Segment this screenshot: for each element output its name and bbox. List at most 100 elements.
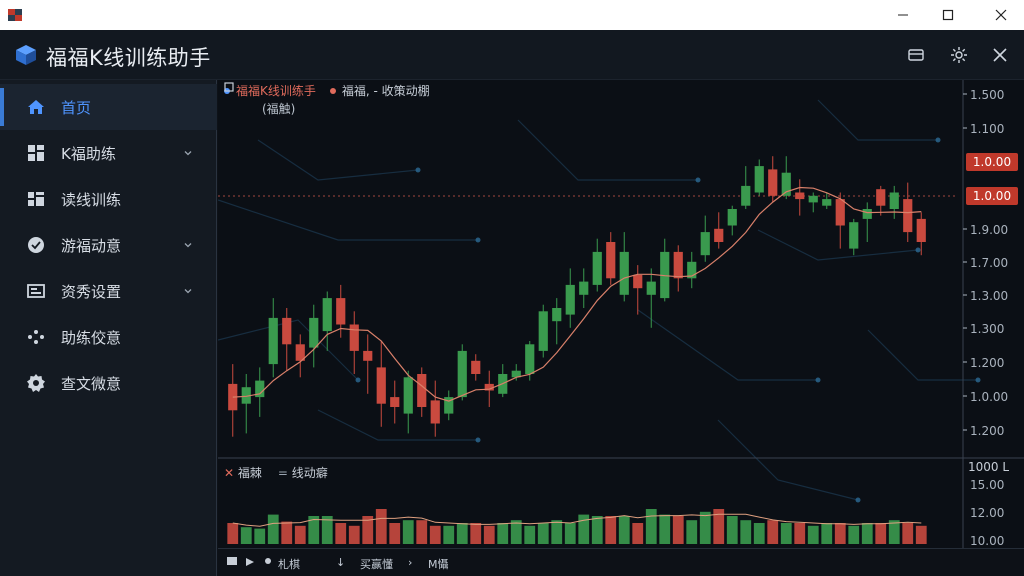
chevron-right-icon[interactable]: ›: [408, 556, 412, 569]
candle-body: [606, 242, 616, 279]
volume-bar: [591, 516, 603, 544]
sidebar-item-home[interactable]: 首页: [0, 84, 217, 130]
volume-bar: [416, 520, 428, 544]
candle-body: [525, 344, 535, 374]
arrow-down-icon[interactable]: ↓: [336, 556, 345, 569]
chevron-down-icon: [184, 243, 192, 248]
candle-body: [565, 284, 575, 315]
volume-bar: [497, 523, 509, 544]
volume-bar: [659, 514, 671, 544]
circuit-node: [415, 167, 421, 173]
header-close-button[interactable]: [989, 44, 1011, 66]
card-button[interactable]: [905, 44, 927, 66]
volume-bar: [456, 523, 468, 544]
chevron-down-icon: [184, 151, 192, 156]
volume-bar: [875, 523, 887, 544]
bottom-item[interactable]: M懾: [428, 556, 449, 572]
card-icon: [908, 49, 924, 61]
price-tick-label: 1.500: [970, 88, 1004, 102]
volume-bar: [240, 527, 252, 544]
circuit-line: [817, 99, 938, 141]
circuit-line: [257, 139, 419, 181]
candle-body: [579, 281, 589, 295]
circuit-node: [975, 377, 981, 383]
volume-bar: [632, 523, 644, 544]
volume-bar: [902, 523, 914, 544]
candle-body: [471, 360, 481, 374]
gear-icon: [26, 373, 46, 393]
chart-panel[interactable]: 1.500 1.100 1.9.00 1.7.00 1.3.00 1.300 1.200 1.…: [218, 80, 1024, 576]
candle-body: [862, 209, 872, 219]
candle-body: [322, 298, 332, 332]
candle-body: [673, 251, 683, 279]
candle-body: [835, 199, 845, 226]
volume-bar: [564, 523, 576, 544]
circuit-node: [915, 247, 921, 253]
price-tick-label: 1.200: [970, 356, 1004, 370]
volume-bar: [524, 525, 536, 544]
sidebar-item-label: 首页: [61, 98, 92, 117]
volume-bar: [483, 525, 495, 544]
volume-bar: [227, 523, 239, 544]
sidebar-item-about[interactable]: 查文微意: [0, 360, 217, 406]
chevron-down-icon: [184, 289, 192, 294]
candle-body: [376, 367, 386, 404]
price-tag: 1.0.00: [966, 187, 1018, 205]
volume-bar: [551, 520, 563, 544]
volume-bar: [726, 516, 738, 544]
volume-bar: [389, 523, 401, 544]
candle-body: [390, 397, 400, 407]
sidebar-item-settings[interactable]: 资秀设置: [0, 268, 217, 314]
window-close-button[interactable]: [974, 0, 1024, 30]
legend-main-label: 福福K线训练手: [236, 84, 316, 98]
settings-button[interactable]: [948, 44, 970, 66]
volume-bar: [254, 528, 266, 544]
volume-bar: [848, 525, 860, 544]
sidebar-item-k-training[interactable]: K福助练: [0, 130, 217, 176]
candle-body: [808, 195, 818, 203]
volume-bar: [740, 520, 752, 544]
price-tick-label: 1.0.00: [970, 390, 1008, 404]
price-tick-label: 1.300: [970, 322, 1004, 336]
app-header: 福福K线训练助手: [0, 30, 1024, 80]
candle-body: [700, 232, 710, 256]
sidebar-item-dynamics[interactable]: 游福动意: [0, 222, 217, 268]
volume-axis-header: 1000 L: [968, 460, 1010, 474]
candle-body: [349, 324, 359, 351]
flag-icon[interactable]: [226, 556, 238, 568]
volume-bar: [402, 520, 414, 544]
volume-legend: ✕ 福棘 = 线动癖: [224, 464, 328, 481]
candle-body: [538, 311, 548, 351]
play-icon[interactable]: [244, 556, 256, 568]
sidebar-item-label: 游福动意: [61, 236, 122, 255]
circuit-line: [317, 409, 478, 441]
sidebar-item-line-training[interactable]: 读线训练: [0, 176, 217, 222]
volume-bar: [537, 523, 549, 544]
chart-bottom-bar: 札棋 ↓ 买赢懂 › M懾: [218, 548, 1024, 576]
sidebar: 首页 K福助练 读线训练 游福动意 资秀设置 助练佼意 查文微意: [0, 80, 217, 576]
volume-bar: [780, 523, 792, 544]
volume-bar: [470, 523, 482, 544]
sidebar-item-label: 读线训练: [61, 190, 122, 209]
volume-bar: [834, 523, 846, 544]
circuit-node: [815, 377, 821, 383]
app-icon: [8, 9, 22, 21]
volume-bar: [645, 509, 657, 544]
minimize-icon: [898, 14, 908, 16]
sidebar-item-assist[interactable]: 助练佼意: [0, 314, 217, 360]
bottom-item[interactable]: 札棋: [278, 556, 300, 572]
volume-bar: [753, 523, 765, 544]
candle-body: [363, 350, 373, 361]
circuit-line: [757, 229, 919, 261]
candle-body: [795, 192, 805, 200]
close-icon: [993, 48, 1007, 62]
candle-body: [646, 281, 656, 295]
price-tick-label: 1.100: [970, 122, 1004, 136]
bottom-item[interactable]: 买赢懂: [360, 556, 393, 572]
pin-icon[interactable]: [262, 556, 274, 568]
candlestick-chart[interactable]: 1.500 1.100 1.9.00 1.7.00 1.3.00 1.300 1.200 1.…: [218, 80, 1024, 548]
maximize-button[interactable]: [921, 0, 975, 30]
sidebar-item-label: 助练佼意: [61, 328, 122, 347]
circuit-node: [475, 437, 481, 443]
candle-body: [822, 199, 832, 206]
